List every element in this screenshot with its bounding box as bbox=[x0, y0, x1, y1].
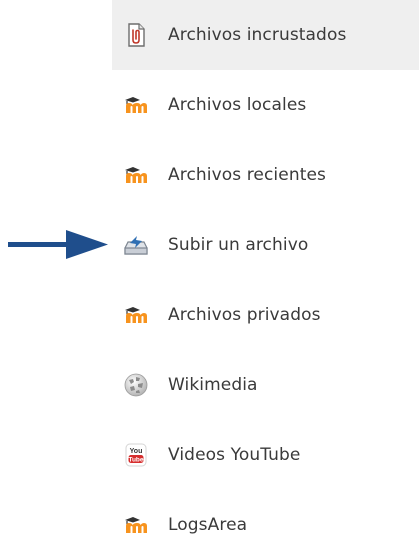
repository-item-label: Videos YouTube bbox=[168, 445, 301, 465]
moodle-icon bbox=[122, 161, 150, 189]
repository-item-embedded-files[interactable]: Archivos incrustados bbox=[112, 0, 419, 70]
svg-text:You: You bbox=[130, 448, 143, 455]
upload-icon bbox=[122, 231, 150, 259]
svg-text:Tube: Tube bbox=[128, 456, 143, 463]
moodle-icon bbox=[122, 301, 150, 329]
repository-item-recent-files[interactable]: Archivos recientes bbox=[112, 140, 419, 210]
moodle-icon bbox=[122, 91, 150, 119]
repository-item-label: Archivos incrustados bbox=[168, 25, 347, 45]
repository-item-label: Subir un archivo bbox=[168, 235, 309, 255]
repository-item-logsarea[interactable]: LogsArea bbox=[112, 490, 419, 541]
moodle-icon bbox=[122, 511, 150, 539]
repository-item-label: Archivos recientes bbox=[168, 165, 326, 185]
youtube-icon: You Tube bbox=[122, 441, 150, 469]
repository-item-label: LogsArea bbox=[168, 515, 248, 535]
repository-item-label: Archivos locales bbox=[168, 95, 307, 115]
embedded-files-icon bbox=[122, 21, 150, 49]
repository-item-local-files[interactable]: Archivos locales bbox=[112, 70, 419, 140]
repository-item-label: Wikimedia bbox=[168, 375, 258, 395]
file-picker-panel: Archivos incrustados Archivos locales Ar… bbox=[0, 0, 419, 541]
wikimedia-icon bbox=[122, 371, 150, 399]
arrow-right-icon bbox=[8, 230, 108, 259]
repository-item-wikimedia[interactable]: Wikimedia bbox=[112, 350, 419, 420]
repository-item-label: Archivos privados bbox=[168, 305, 321, 325]
repository-list: Archivos incrustados Archivos locales Ar… bbox=[112, 0, 419, 541]
repository-item-upload-file[interactable]: Subir un archivo bbox=[112, 210, 419, 280]
repository-item-youtube[interactable]: You Tube Videos YouTube bbox=[112, 420, 419, 490]
repository-item-private-files[interactable]: Archivos privados bbox=[112, 280, 419, 350]
